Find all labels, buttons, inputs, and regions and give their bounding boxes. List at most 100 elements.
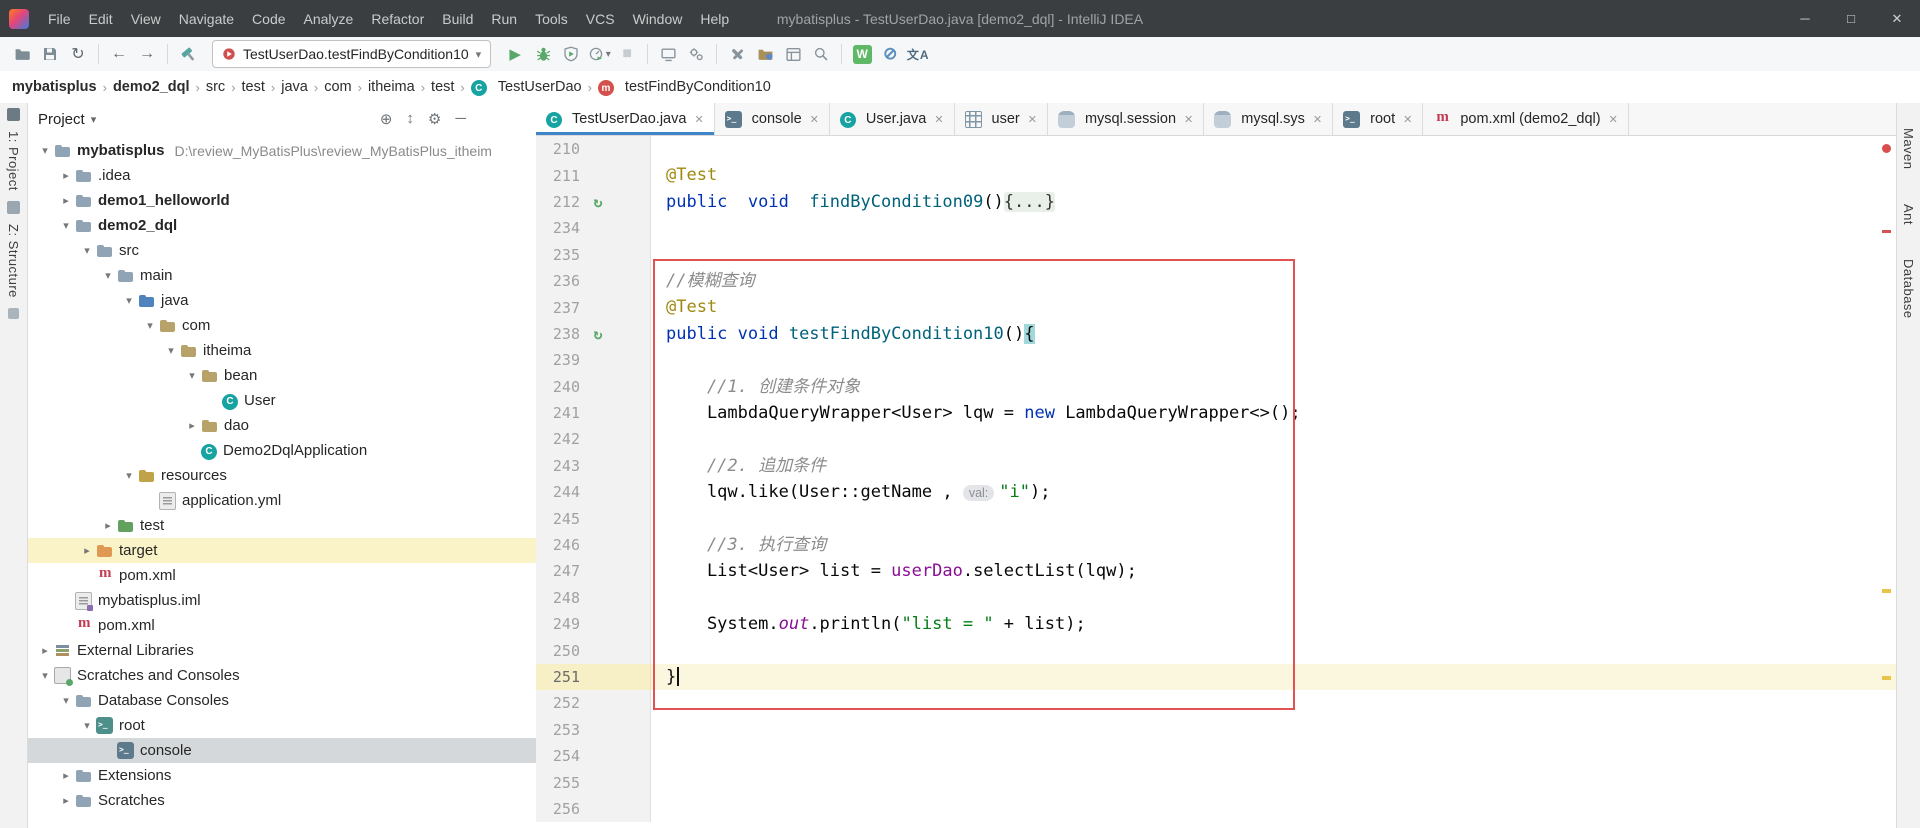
menu-vcs[interactable]: VCS <box>577 0 624 37</box>
menu-build[interactable]: Build <box>433 0 482 37</box>
project-view-title[interactable]: Project <box>38 111 85 128</box>
code-editor[interactable]: 210 211 @Test 212 ↻ public void findByConditi… <box>536 136 1896 828</box>
editor-line-211[interactable]: 211 @Test <box>536 162 1896 189</box>
line-number[interactable]: 234 <box>536 219 580 237</box>
breadcrumb-java[interactable]: java <box>281 79 308 95</box>
line-number[interactable]: 210 <box>536 140 580 158</box>
tree-item-demo1-helloworld[interactable]: ▸ demo1_helloworld <box>28 188 536 213</box>
breadcrumb-test[interactable]: test <box>431 79 454 95</box>
tool-button-project[interactable]: 1: Project <box>6 131 21 191</box>
editor-line-242[interactable]: 242 <box>536 426 1896 453</box>
tree-item-root[interactable]: ▾ root <box>28 713 536 738</box>
close-button[interactable]: ✕ <box>1874 0 1920 37</box>
layout-frame-icon[interactable] <box>779 41 807 67</box>
editor-line-243[interactable]: 243 //2. 追加条件 <box>536 452 1896 480</box>
line-number[interactable]: 238 <box>536 325 580 343</box>
tab-user-java[interactable]: User.java✕ <box>830 103 955 135</box>
menu-refactor[interactable]: Refactor <box>362 0 433 37</box>
editor-line-252[interactable]: 252 <box>536 690 1896 717</box>
breadcrumb-com[interactable]: com <box>324 79 351 95</box>
project-structure-icon[interactable] <box>751 41 779 67</box>
menu-navigate[interactable]: Navigate <box>170 0 243 37</box>
line-number[interactable]: 256 <box>536 800 580 818</box>
hide-panel-icon[interactable]: ─ <box>455 110 466 128</box>
favorites-tool-icon[interactable] <box>8 307 19 319</box>
line-number[interactable]: 244 <box>536 483 580 501</box>
tree-closed-arrow-icon[interactable]: ▸ <box>78 544 96 557</box>
tree-closed-arrow-icon[interactable]: ▸ <box>99 519 117 532</box>
close-tab-icon[interactable]: ✕ <box>1609 113 1618 126</box>
line-number[interactable]: 252 <box>536 694 580 712</box>
collapse-all-icon[interactable]: ↕ <box>406 110 414 128</box>
tab-mysql-sys[interactable]: mysql.sys ✕ <box>1204 103 1334 135</box>
tree-open-arrow-icon[interactable]: ▾ <box>36 669 54 682</box>
save-all-icon[interactable] <box>36 41 64 67</box>
tree-open-arrow-icon[interactable]: ▾ <box>57 219 75 232</box>
tree-item-scratches-and-consoles[interactable]: ▾ Scratches and Consoles <box>28 663 536 688</box>
menu-run[interactable]: Run <box>482 0 526 37</box>
line-number[interactable]: 253 <box>536 721 580 739</box>
line-number[interactable]: 243 <box>536 457 580 475</box>
menu-window[interactable]: Window <box>624 0 692 37</box>
run-icon[interactable]: ▶ <box>501 41 529 67</box>
editor-line-236[interactable]: 236 //模糊查询 <box>536 267 1896 295</box>
editor-line-240[interactable]: 240 //1. 创建条件对象 <box>536 373 1896 400</box>
tab-pom-xml-demo2-dql-[interactable]: pom.xml (demo2_dql)✕ <box>1423 103 1629 135</box>
tree-open-arrow-icon[interactable]: ▾ <box>36 144 54 157</box>
tab-mysql-session[interactable]: mysql.session ✕ <box>1048 103 1205 135</box>
editor-line-248[interactable]: 248 <box>536 584 1896 612</box>
editor-line-253[interactable]: 253 <box>536 716 1896 743</box>
open-folder-icon[interactable] <box>8 41 36 67</box>
run-configuration-select[interactable]: TestUserDao.testFindByCondition10 ▾ <box>212 40 492 68</box>
breadcrumb-src[interactable]: src <box>206 79 225 95</box>
tab-testuserdao-java[interactable]: TestUserDao.java✕ <box>536 103 715 135</box>
tree-open-arrow-icon[interactable]: ▾ <box>99 269 117 282</box>
tree-open-arrow-icon[interactable]: ▾ <box>78 719 96 732</box>
tree-item-external-libraries[interactable]: ▸ External Libraries <box>28 638 536 663</box>
tree-item-dao[interactable]: ▸ dao <box>28 413 536 438</box>
tree-item-itheima[interactable]: ▾ itheima <box>28 338 536 363</box>
stop-icon[interactable]: ■ <box>613 41 641 67</box>
tree-open-arrow-icon[interactable]: ▾ <box>78 244 96 257</box>
attach-monitor-icon[interactable] <box>654 41 682 67</box>
tree-open-arrow-icon[interactable]: ▾ <box>162 344 180 357</box>
tree-closed-arrow-icon[interactable]: ▸ <box>183 419 201 432</box>
tree-item-resources[interactable]: ▾ resources <box>28 463 536 488</box>
tool-button-database[interactable]: Database <box>1901 259 1916 319</box>
structure-tool-icon[interactable] <box>7 200 20 214</box>
editor-line-210[interactable]: 210 <box>536 136 1896 163</box>
build-hammer-icon[interactable] <box>174 41 202 67</box>
close-tab-icon[interactable]: ✕ <box>1403 113 1412 126</box>
run-test-gutter-icon[interactable]: ↻ <box>580 193 616 211</box>
scrollbar-warning-mark[interactable] <box>1882 676 1891 680</box>
tree-open-arrow-icon[interactable]: ▾ <box>120 294 138 307</box>
settings-tools-icon[interactable] <box>723 41 751 67</box>
line-number[interactable]: 235 <box>536 246 580 264</box>
editor-line-251[interactable]: 251} <box>536 663 1896 691</box>
line-number[interactable]: 245 <box>536 510 580 528</box>
menu-edit[interactable]: Edit <box>80 0 122 37</box>
back-icon[interactable]: ← <box>105 41 133 67</box>
line-number[interactable]: 236 <box>536 272 580 290</box>
menu-view[interactable]: View <box>122 0 170 37</box>
tree-item-com[interactable]: ▾ com <box>28 313 536 338</box>
tree-item-console[interactable]: console <box>28 738 536 763</box>
word-count-plugin-icon[interactable]: W <box>848 41 876 67</box>
breadcrumb-demo2-dql[interactable]: demo2_dql <box>113 79 190 95</box>
close-tab-icon[interactable]: ✕ <box>1313 113 1322 126</box>
close-tab-icon[interactable]: ✕ <box>1028 113 1037 126</box>
synchronize-icon[interactable]: ↻ <box>64 41 92 67</box>
tree-item-target[interactable]: ▸ target <box>28 538 536 563</box>
project-tool-icon[interactable] <box>7 108 20 121</box>
line-number[interactable]: 248 <box>536 589 580 607</box>
line-number[interactable]: 237 <box>536 299 580 317</box>
debug-bug-icon[interactable] <box>529 41 557 67</box>
tree-item-database-consoles[interactable]: ▾ Database Consoles <box>28 688 536 713</box>
line-number[interactable]: 251 <box>536 668 580 686</box>
breadcrumb-test[interactable]: test <box>242 79 265 95</box>
minimize-button[interactable]: ─ <box>1782 0 1828 37</box>
tree-closed-arrow-icon[interactable]: ▸ <box>36 644 54 657</box>
editor-line-238[interactable]: 238 ↻ public void testFindByCondition10(){ <box>536 320 1896 348</box>
menu-code[interactable]: Code <box>243 0 294 37</box>
breadcrumb-mybatisplus[interactable]: mybatisplus <box>12 79 97 95</box>
